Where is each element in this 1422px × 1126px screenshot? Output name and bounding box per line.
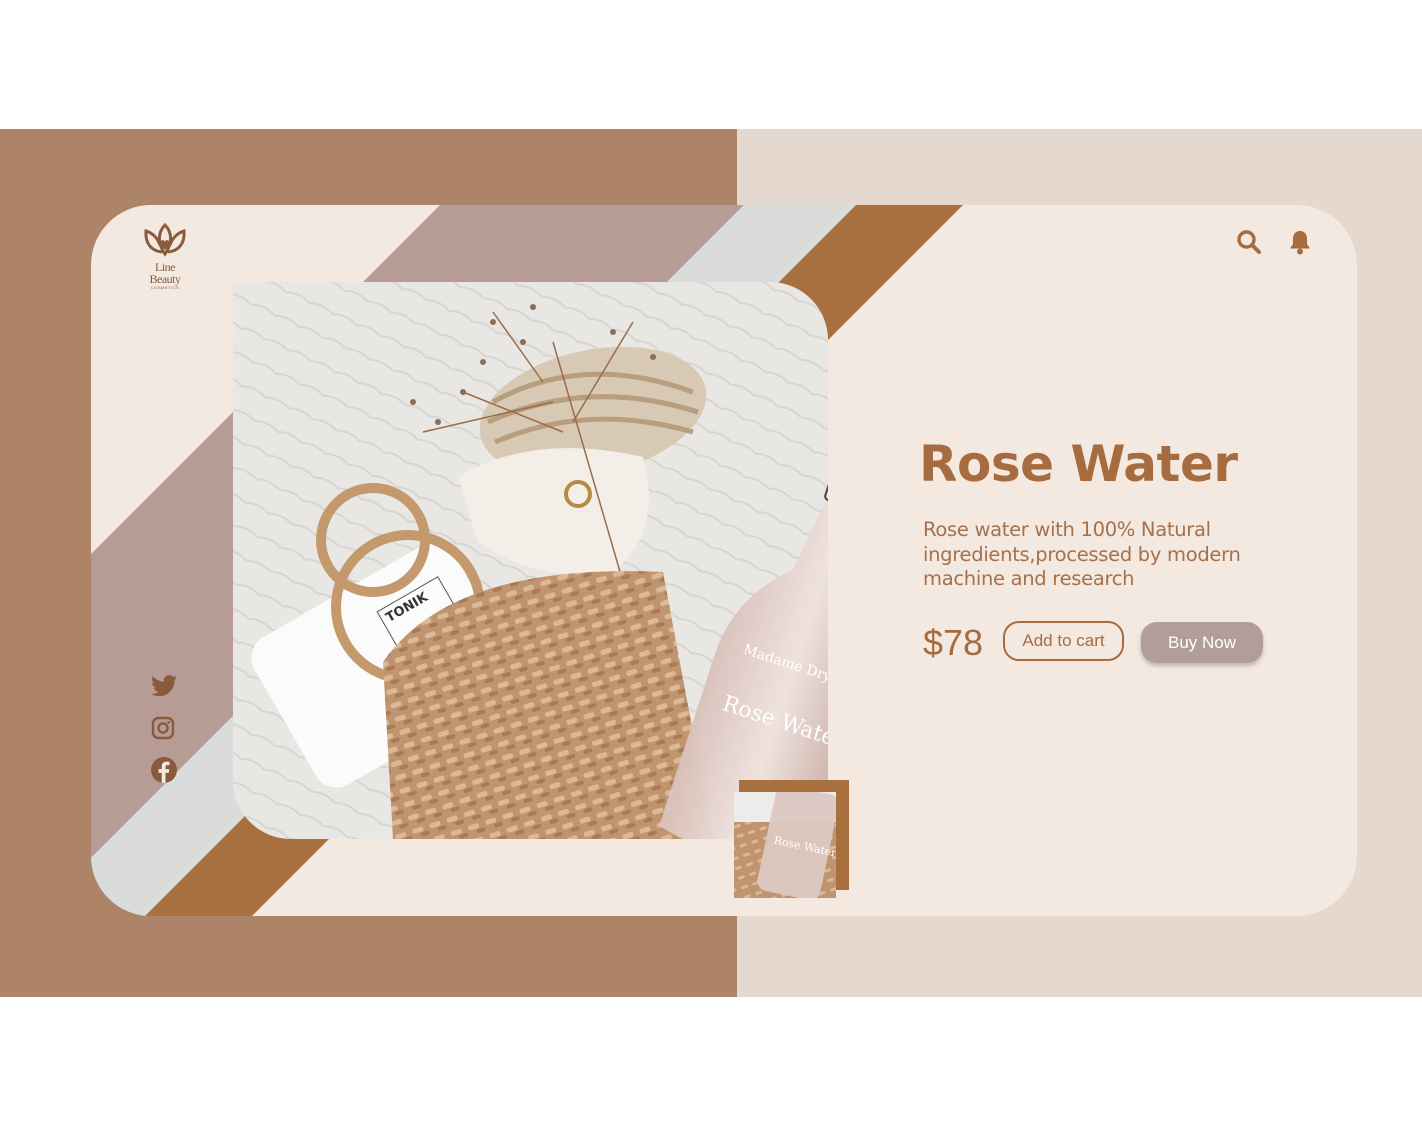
buy-now-button[interactable]: Buy Now — [1141, 622, 1263, 663]
facebook-icon[interactable] — [151, 757, 181, 785]
instagram-icon[interactable] — [151, 716, 181, 744]
product-card: Line Beauty COSMETICS TONIK Madame Dry R… — [91, 205, 1357, 916]
product-title: Rose Water — [919, 435, 1238, 493]
social-links — [151, 675, 181, 798]
twitter-icon[interactable] — [151, 675, 181, 703]
search-icon[interactable] — [1236, 229, 1264, 257]
header-icons — [1236, 229, 1336, 257]
product-photo: TONIK Madame Dry Rose Water — [233, 282, 828, 839]
lotus-heart-icon — [144, 222, 186, 257]
product-thumbnail[interactable]: Rose Water — [734, 792, 836, 898]
product-price: $78 — [923, 622, 984, 663]
add-to-cart-button[interactable]: Add to cart — [1003, 621, 1124, 661]
brand-logo[interactable]: Line Beauty COSMETICS — [139, 221, 191, 290]
brand-tagline: COSMETICS — [150, 285, 180, 290]
thumbnail-illustration: Rose Water — [734, 792, 836, 898]
brand-name: Line Beauty — [149, 260, 182, 286]
product-description: Rose water with 100% Natural ingredients… — [923, 518, 1241, 590]
bell-icon[interactable] — [1288, 229, 1316, 257]
product-photo-illustration: TONIK Madame Dry Rose Water — [233, 282, 828, 839]
